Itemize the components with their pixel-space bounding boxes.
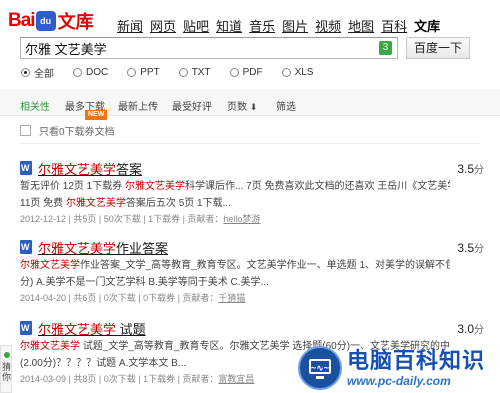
sort-relevance[interactable]: 相关性 — [20, 98, 50, 113]
result-snippet: 暂无评价 12页 1下载券 尔雅文艺美学科学课后作... 7页 免费喜欢此文档的… — [20, 181, 450, 192]
result-snippet: 11页 免费 尔雅文艺美学答案后五次 5页 1下载... — [20, 198, 231, 209]
nav-news[interactable]: 新闻 — [117, 16, 143, 35]
result-snippet: 分) A.美学不是一门文艺学科 B.美学等同于美术 C.美学... — [20, 277, 269, 288]
filetype-filter: 全部 DOC PPT TXT PDF XLS — [21, 65, 332, 80]
filetype-label: PDF — [242, 67, 263, 78]
monitor-logo-icon: ~∿~ — [298, 345, 342, 390]
radio-icon — [21, 68, 30, 77]
filetype-pdf[interactable]: PDF — [229, 67, 263, 78]
nav-video[interactable]: 视频 — [315, 16, 341, 35]
radio-icon — [281, 68, 291, 77]
result-title-link[interactable]: 尔雅文艺美学答案 — [38, 159, 142, 178]
sort-pages[interactable]: 页数 ⬇ — [227, 98, 257, 113]
result-item: 尔雅文艺美学作业答案 3.5分 尔雅文艺美学作业答案_文学_高等教育_教育专区。… — [20, 239, 490, 306]
result-meta: 2012-12-12 | 共5页 | 50次下载 | 1下载券 | 贡献者：he… — [20, 214, 261, 224]
sort-best-rated[interactable]: 最受好评 — [172, 98, 212, 113]
only-free-toggle[interactable]: 只看0下载券文档 — [20, 123, 115, 138]
header: Bai du 文库 新闻 网页 贴吧 知道 音乐 图片 视频 地图 百科 文库 — [0, 0, 500, 40]
nav-map[interactable]: 地图 — [348, 16, 374, 35]
arrow-down-icon: ⬇ — [249, 102, 258, 112]
filetype-txt[interactable]: TXT — [178, 67, 211, 78]
sort-pages-label: 页数 — [227, 102, 247, 113]
filetype-xls[interactable]: XLS — [281, 67, 314, 78]
paw-icon: du — [35, 11, 56, 31]
sort-bar: 相关性 最多下载 最新上传 最受好评 页数 ⬇ 筛选 — [0, 89, 500, 116]
filetype-ppt[interactable]: PPT — [127, 67, 160, 78]
side-widget-label: 猜你 — [2, 362, 12, 382]
radio-icon — [178, 68, 188, 77]
radio-icon — [73, 68, 82, 77]
filetype-label: DOC — [86, 67, 109, 78]
watermark-title: 电脑百科知识 — [347, 347, 486, 373]
divider — [20, 143, 480, 144]
filetype-label: XLS — [294, 67, 314, 78]
filetype-label: TXT — [191, 67, 211, 78]
sort-newest[interactable]: 最新上传 — [118, 98, 158, 113]
radio-icon — [229, 68, 239, 77]
nav-web[interactable]: 网页 — [150, 16, 176, 35]
new-badge: NEW — [85, 110, 108, 120]
baidu-wenku-logo[interactable]: Bai du 文库 — [8, 9, 94, 33]
result-snippet: 尔雅文艺美学作业答案_文学_高等教育_教育专区。文艺美学作业一、单选题 1、对美… — [20, 260, 450, 271]
filetype-all[interactable]: 全部 — [21, 65, 54, 80]
result-title-link[interactable]: 尔雅文艺美学作业答案 — [38, 238, 168, 257]
radio-icon — [127, 68, 137, 77]
watermark-url: www.pc-daily.com — [347, 373, 451, 388]
word-doc-icon — [20, 240, 32, 254]
nav-zhidao[interactable]: 知道 — [216, 16, 242, 35]
only-free-label: 只看0下载券文档 — [39, 127, 115, 138]
uploader-link[interactable]: 富教宜昌 — [218, 374, 254, 384]
status-dot-icon — [4, 352, 10, 358]
search-button[interactable]: 百度一下 — [406, 37, 470, 59]
result-title-link[interactable]: 尔雅文艺美学 试题 — [38, 319, 146, 338]
filetype-doc[interactable]: DOC — [73, 67, 108, 78]
logo-wenku: 文库 — [57, 12, 94, 32]
search-count-badge: 3 — [379, 41, 392, 55]
result-title-row: 尔雅文艺美学答案 — [20, 159, 490, 178]
result-score: 3.5分 — [457, 162, 484, 176]
result-title-row: 尔雅文艺美学作业答案 — [20, 238, 490, 257]
result-meta: 2014-04-20 | 共6页 | 0次下载 | 0下载券 | 贡献者：千猜猫 — [20, 293, 246, 303]
logo-bai: Bai — [8, 10, 36, 31]
uploader-link[interactable]: 千猜猫 — [218, 293, 245, 303]
search-box: 3 — [20, 37, 398, 59]
filetype-label: 全部 — [34, 69, 54, 80]
sort-filter[interactable]: 筛选 — [276, 98, 296, 113]
word-doc-icon — [20, 321, 32, 335]
result-title-row: 尔雅文艺美学 试题 — [20, 319, 490, 338]
side-guess-widget[interactable]: 猜你 — [0, 345, 12, 393]
word-doc-icon — [20, 161, 32, 175]
nav-wenku: 文库 — [414, 19, 441, 34]
uploader-link[interactable]: hello梦游 — [223, 214, 260, 224]
filetype-label: PPT — [140, 67, 160, 78]
watermark: ~∿~ 电脑百科知识 www.pc-daily.com — [298, 342, 500, 393]
result-score: 3.0分 — [457, 322, 484, 336]
nav-music[interactable]: 音乐 — [249, 16, 275, 35]
nav-tieba[interactable]: 贴吧 — [183, 16, 209, 35]
search-input[interactable] — [21, 38, 371, 58]
checkbox-icon — [20, 125, 31, 136]
nav-baike[interactable]: 百科 — [381, 16, 407, 35]
result-score: 3.5分 — [457, 241, 484, 255]
nav-images[interactable]: 图片 — [282, 16, 308, 35]
result-item: 尔雅文艺美学答案 3.5分 暂无评价 12页 1下载券 尔雅文艺美学科学课后作.… — [20, 160, 490, 227]
top-nav: 新闻 网页 贴吧 知道 音乐 图片 视频 地图 百科 文库 — [117, 16, 447, 35]
